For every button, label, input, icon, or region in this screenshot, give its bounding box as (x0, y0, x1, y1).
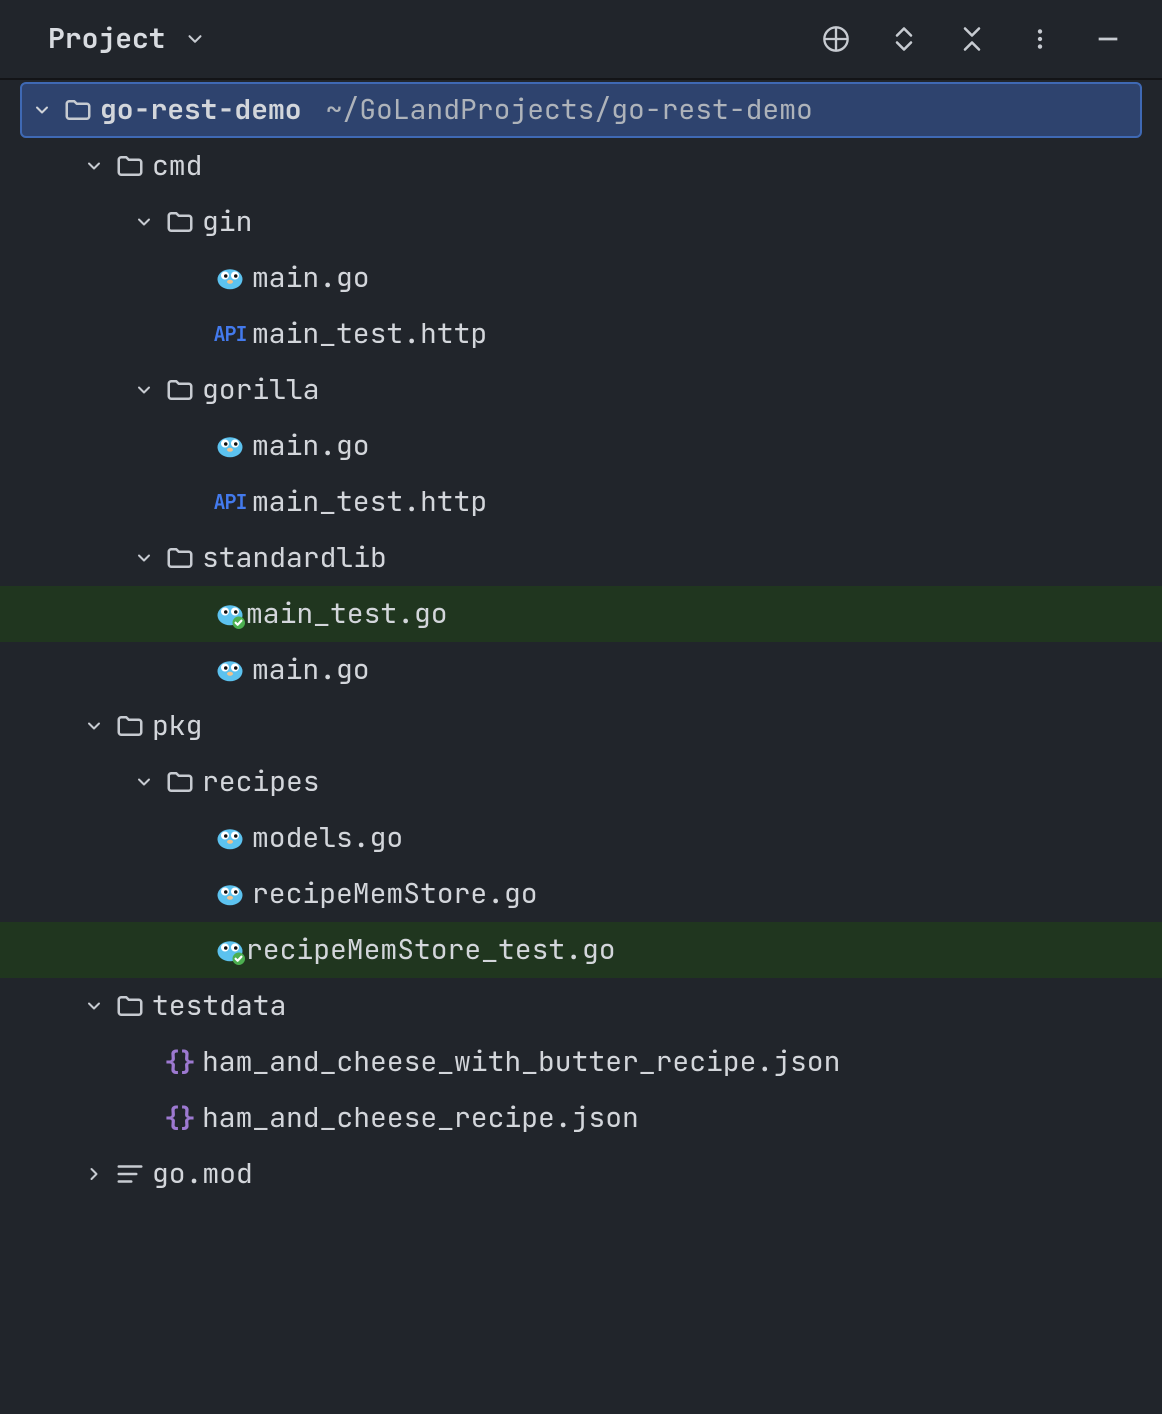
chevron-down-icon[interactable] (130, 380, 158, 400)
json-file-icon: {} (158, 1049, 202, 1075)
more-options-icon[interactable] (1016, 15, 1064, 63)
expand-collapse-icon[interactable] (880, 15, 928, 63)
tree-row-folder[interactable]: standardlib (0, 530, 1162, 586)
folder-icon (108, 711, 152, 741)
tree-label: main.go (252, 656, 370, 684)
tree-label: main.go (252, 264, 370, 292)
select-opened-file-icon[interactable] (812, 15, 860, 63)
tree-label: main_test.http (252, 488, 487, 516)
tree-label: standardlib (202, 544, 387, 572)
chevron-down-icon[interactable] (80, 996, 108, 1016)
tree-label: go-rest-demo (100, 96, 302, 124)
gomod-file-icon (108, 1159, 152, 1189)
tree-label: main.go (252, 432, 370, 460)
tree-row-file[interactable]: · {} ham_and_cheese_recipe.json (0, 1090, 1162, 1146)
tree-label: gorilla (202, 376, 320, 404)
project-panel: Project go-rest-demo (0, 0, 1162, 1202)
tree-row-folder[interactable]: pkg (0, 698, 1162, 754)
tree-row-folder[interactable]: gorilla (0, 362, 1162, 418)
tree-label: gin (202, 208, 252, 236)
chevron-down-icon[interactable] (130, 772, 158, 792)
tree-label: ham_and_cheese_recipe.json (202, 1104, 639, 1132)
tree-row-folder[interactable]: cmd (0, 138, 1162, 194)
go-file-icon (208, 655, 252, 685)
tree-row-file[interactable]: · main_test.go (0, 586, 1162, 642)
go-file-icon (208, 263, 252, 293)
tree-label: cmd (152, 152, 202, 180)
project-tree: go-rest-demo ~/GoLandProjects/go-rest-de… (0, 80, 1162, 1202)
chevron-down-icon[interactable] (80, 156, 108, 176)
tree-label: recipeMemStore_test.go (246, 936, 616, 964)
tree-row-file[interactable]: · recipeMemStore.go (0, 866, 1162, 922)
collapse-all-icon[interactable] (948, 15, 996, 63)
folder-icon (158, 543, 202, 573)
tree-label: go.mod (152, 1160, 253, 1188)
go-file-icon (208, 823, 252, 853)
tree-label: main_test.http (252, 320, 487, 348)
project-title[interactable]: Project (48, 25, 166, 53)
tree-label: models.go (252, 824, 403, 852)
tree-row-file[interactable]: · recipeMemStore_test.go (0, 922, 1162, 978)
chevron-right-icon[interactable] (80, 1164, 108, 1184)
tree-row-folder[interactable]: gin (0, 194, 1162, 250)
tree-row-file[interactable]: · API main_test.http (0, 306, 1162, 362)
folder-icon (108, 991, 152, 1021)
folder-icon (108, 151, 152, 181)
tree-label: testdata (152, 992, 286, 1020)
api-file-icon: API (208, 324, 252, 344)
tree-row-file[interactable]: · {} ham_and_cheese_with_butter_recipe.j… (0, 1034, 1162, 1090)
tree-label: main_test.go (246, 600, 448, 628)
chevron-down-icon[interactable] (184, 28, 206, 50)
tree-row-file[interactable]: · main.go (0, 250, 1162, 306)
go-file-icon (208, 431, 252, 461)
tree-row-folder[interactable]: testdata (0, 978, 1162, 1034)
chevron-down-icon[interactable] (130, 212, 158, 232)
minimize-icon[interactable] (1084, 15, 1132, 63)
tree-row-file[interactable]: · main.go (0, 418, 1162, 474)
api-file-icon: API (208, 492, 252, 512)
tree-row-file[interactable]: · API main_test.http (0, 474, 1162, 530)
project-toolbar: Project (0, 0, 1162, 80)
folder-icon (158, 767, 202, 797)
go-file-icon (208, 879, 252, 909)
tree-label: pkg (152, 712, 202, 740)
folder-icon (56, 95, 100, 125)
tree-path: ~/GoLandProjects/go-rest-demo (326, 96, 813, 124)
folder-icon (158, 375, 202, 405)
tree-row-file[interactable]: go.mod (0, 1146, 1162, 1202)
chevron-down-icon[interactable] (130, 548, 158, 568)
tree-label: recipeMemStore.go (252, 880, 538, 908)
chevron-down-icon[interactable] (80, 716, 108, 736)
tree-row-file[interactable]: · main.go (0, 642, 1162, 698)
folder-icon (158, 207, 202, 237)
json-file-icon: {} (158, 1105, 202, 1131)
chevron-down-icon[interactable] (28, 100, 56, 120)
tree-label: recipes (202, 768, 320, 796)
tree-row-root[interactable]: go-rest-demo ~/GoLandProjects/go-rest-de… (20, 82, 1142, 138)
tree-row-folder[interactable]: recipes (0, 754, 1162, 810)
tree-row-file[interactable]: · models.go (0, 810, 1162, 866)
tree-label: ham_and_cheese_with_butter_recipe.json (202, 1048, 840, 1076)
